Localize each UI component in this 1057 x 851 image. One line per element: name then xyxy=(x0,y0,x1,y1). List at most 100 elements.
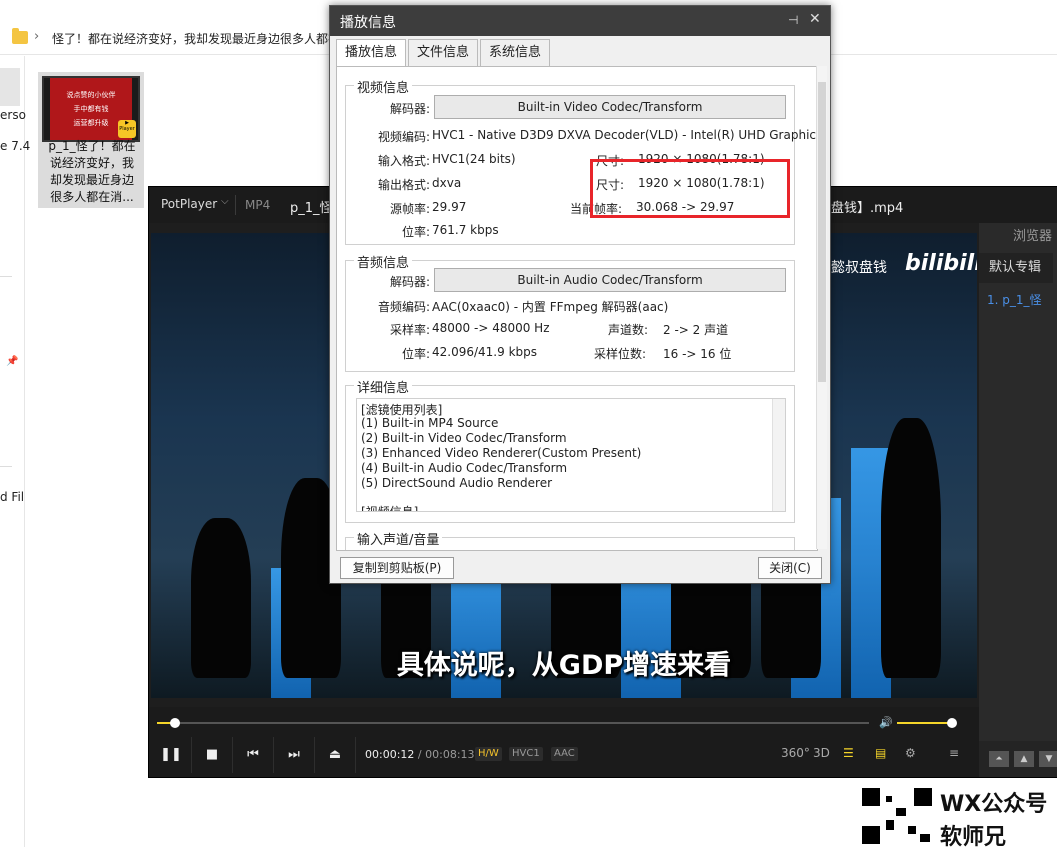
qr-block xyxy=(886,820,894,830)
group-heading: 输入声道/音量 xyxy=(354,529,443,548)
copy-to-clipboard-button[interactable]: 复制到剪贴板(P) xyxy=(340,557,454,579)
volume-level xyxy=(897,722,953,724)
watermark-line-2: 软师兄 xyxy=(940,825,1007,850)
volume-handle[interactable] xyxy=(947,718,958,728)
tab-playback-info[interactable]: 播放信息 xyxy=(336,39,407,68)
stop-button[interactable]: ■ xyxy=(192,737,233,773)
video-codec-badge[interactable]: HVC1 xyxy=(509,747,543,761)
decoder-label: 解码器: xyxy=(389,275,430,289)
tab-system-info[interactable]: 系统信息 xyxy=(480,39,551,66)
decoder-label: 解码器: xyxy=(389,102,430,116)
format-label: MP4 xyxy=(245,198,271,212)
volume-slider[interactable] xyxy=(897,718,958,728)
audio-codec-badge[interactable]: AAC xyxy=(551,747,578,761)
channels-value: 2 -> 2 声道 xyxy=(663,323,729,337)
thumbnail-text: 手中都有钱 xyxy=(73,105,109,113)
list-line: (3) Enhanced Video Renderer(Custom Prese… xyxy=(361,446,642,460)
list-scrollbar[interactable] xyxy=(772,399,785,511)
dialog-title-bar[interactable]: 播放信息 ⊣ ✕ xyxy=(330,6,830,36)
divider xyxy=(0,276,12,277)
nav-item-text[interactable]: d Fil xyxy=(0,490,24,504)
qr-block xyxy=(862,826,880,844)
chevron-down-icon[interactable]: ⌵ xyxy=(221,196,229,207)
output-format-label: 输出格式: xyxy=(377,178,430,192)
chevron-right-icon[interactable]: › xyxy=(34,29,39,44)
divider xyxy=(0,466,12,467)
playlist-toolbar: ⏶ ▲ ▼ xyxy=(979,741,1057,777)
group-heading: 视频信息 xyxy=(354,77,413,96)
qr-block xyxy=(862,788,880,806)
group-heading: 音频信息 xyxy=(354,252,413,271)
list-line: (2) Built-in Video Codec/Transform xyxy=(361,431,567,445)
time-separator: / xyxy=(417,748,422,761)
qr-code xyxy=(858,786,936,847)
scroll-thumb[interactable] xyxy=(818,82,826,382)
eject-button[interactable]: ⏏ xyxy=(315,737,356,773)
total-time: 00:08:13 xyxy=(425,748,475,761)
speaker-icon[interactable]: 🔊 xyxy=(879,716,893,729)
video-decoder-button[interactable]: Built-in Video Codec/Transform xyxy=(434,95,786,119)
move-top-icon[interactable]: ⏶ xyxy=(989,751,1009,767)
input-format-label: 输入格式: xyxy=(377,154,430,168)
bit-depth-label: 采样位数: xyxy=(594,347,647,361)
nav-item-text[interactable]: erso xyxy=(0,108,26,122)
eject-icon: ⏏ xyxy=(328,747,342,762)
pause-button[interactable]: ❚❚ xyxy=(151,737,192,773)
panel-scrollbar[interactable] xyxy=(816,66,827,549)
move-down-icon[interactable]: ▼ xyxy=(1039,751,1057,767)
video-codec-label: 视频编码: xyxy=(377,130,430,144)
gear-icon[interactable]: ⚙ xyxy=(905,746,916,760)
list-line: (4) Built-in Audio Codec/Transform xyxy=(361,461,568,475)
hw-decoding-badge[interactable]: H/W xyxy=(475,747,502,761)
menu-icon[interactable]: ≡ xyxy=(949,746,959,760)
move-up-icon[interactable]: ▲ xyxy=(1014,751,1034,767)
watermark-line-1: WX公众号 xyxy=(940,792,1048,817)
playlist-search-icon[interactable]: ☰ xyxy=(843,746,854,760)
stop-icon: ■ xyxy=(205,747,219,762)
playback-info-dialog: 播放信息 ⊣ ✕ 播放信息 文件信息 系统信息 视频信息 解码器: Built-… xyxy=(329,5,831,584)
video-title-end: 盘钱】.mp4 xyxy=(831,201,904,216)
3d-icon[interactable]: 3D xyxy=(813,746,830,760)
source-fps-label: 源帧率: xyxy=(389,202,430,216)
list-line: [视频信息] xyxy=(361,505,419,512)
qr-block xyxy=(920,834,930,842)
tab-file-info[interactable]: 文件信息 xyxy=(408,39,479,66)
badge-text: Player xyxy=(119,126,135,132)
vr-360-icon[interactable]: 360° xyxy=(781,746,810,760)
browser-tab[interactable]: 浏览器 xyxy=(979,223,1057,251)
potplayer-menu[interactable]: PotPlayer xyxy=(161,197,217,211)
playlist-item[interactable]: 1. p_1_怪 xyxy=(987,291,1042,308)
next-button[interactable]: ⏭ xyxy=(274,737,315,773)
video-watermark-text: 懿叔盘钱 xyxy=(831,260,887,276)
close-button[interactable]: 关闭(C) xyxy=(758,557,822,579)
subtitle-icon[interactable]: ▤ xyxy=(875,746,886,760)
nav-item-text[interactable]: e 7.4 xyxy=(0,139,30,153)
close-icon[interactable]: ✕ xyxy=(809,11,821,27)
potplayer-badge-icon: ▶ Player xyxy=(118,120,136,138)
seek-handle[interactable] xyxy=(169,718,180,728)
video-info-group: 视频信息 解码器: Built-in Video Codec/Transform… xyxy=(345,77,817,245)
qr-block xyxy=(896,808,906,816)
audio-codec-value: AAC(0xaac0) - 内置 FFmpeg 解码器(aac) xyxy=(432,300,669,314)
group-heading: 详细信息 xyxy=(354,377,413,396)
control-bar: 🔊 ❚❚ ■ ⏮ ⏭ ⏏ 00:00:12 / 00:08:13 H/W HVC… xyxy=(149,707,979,777)
filter-list[interactable]: [滤镜使用列表] (1) Built-in MP4 Source (2) Bui… xyxy=(356,398,786,512)
video-bitrate-value: 761.7 kbps xyxy=(432,223,499,237)
default-album-tab[interactable]: 默认专辑 xyxy=(979,253,1053,283)
nav-selected-item[interactable] xyxy=(0,68,20,106)
pin-icon[interactable]: ⊣ xyxy=(788,13,798,27)
video-file-item[interactable]: 说点赞的小伙伴 手中都有钱 运营都升级 ▶ Player p_1_怪了！都在说经济… xyxy=(38,72,144,208)
previous-button[interactable]: ⏮ xyxy=(233,737,274,773)
folder-icon xyxy=(12,28,28,44)
thumbnail-text: 说点赞的小伙伴 xyxy=(66,91,116,99)
input-format-value: HVC1(24 bits) xyxy=(432,152,516,166)
sample-rate-label: 采样率: xyxy=(389,323,430,337)
seek-bar[interactable] xyxy=(157,718,869,728)
dialog-title: 播放信息 xyxy=(340,15,396,31)
audio-decoder-button[interactable]: Built-in Audio Codec/Transform xyxy=(434,268,786,292)
qr-block xyxy=(914,788,932,806)
highlight-box xyxy=(590,159,790,218)
address-path[interactable]: 怪了！都在说经济变好，我却发现最近身边很多人都在 xyxy=(52,30,340,47)
bit-depth-value: 16 -> 16 位 xyxy=(663,347,732,361)
channels-label: 声道数: xyxy=(608,323,649,337)
